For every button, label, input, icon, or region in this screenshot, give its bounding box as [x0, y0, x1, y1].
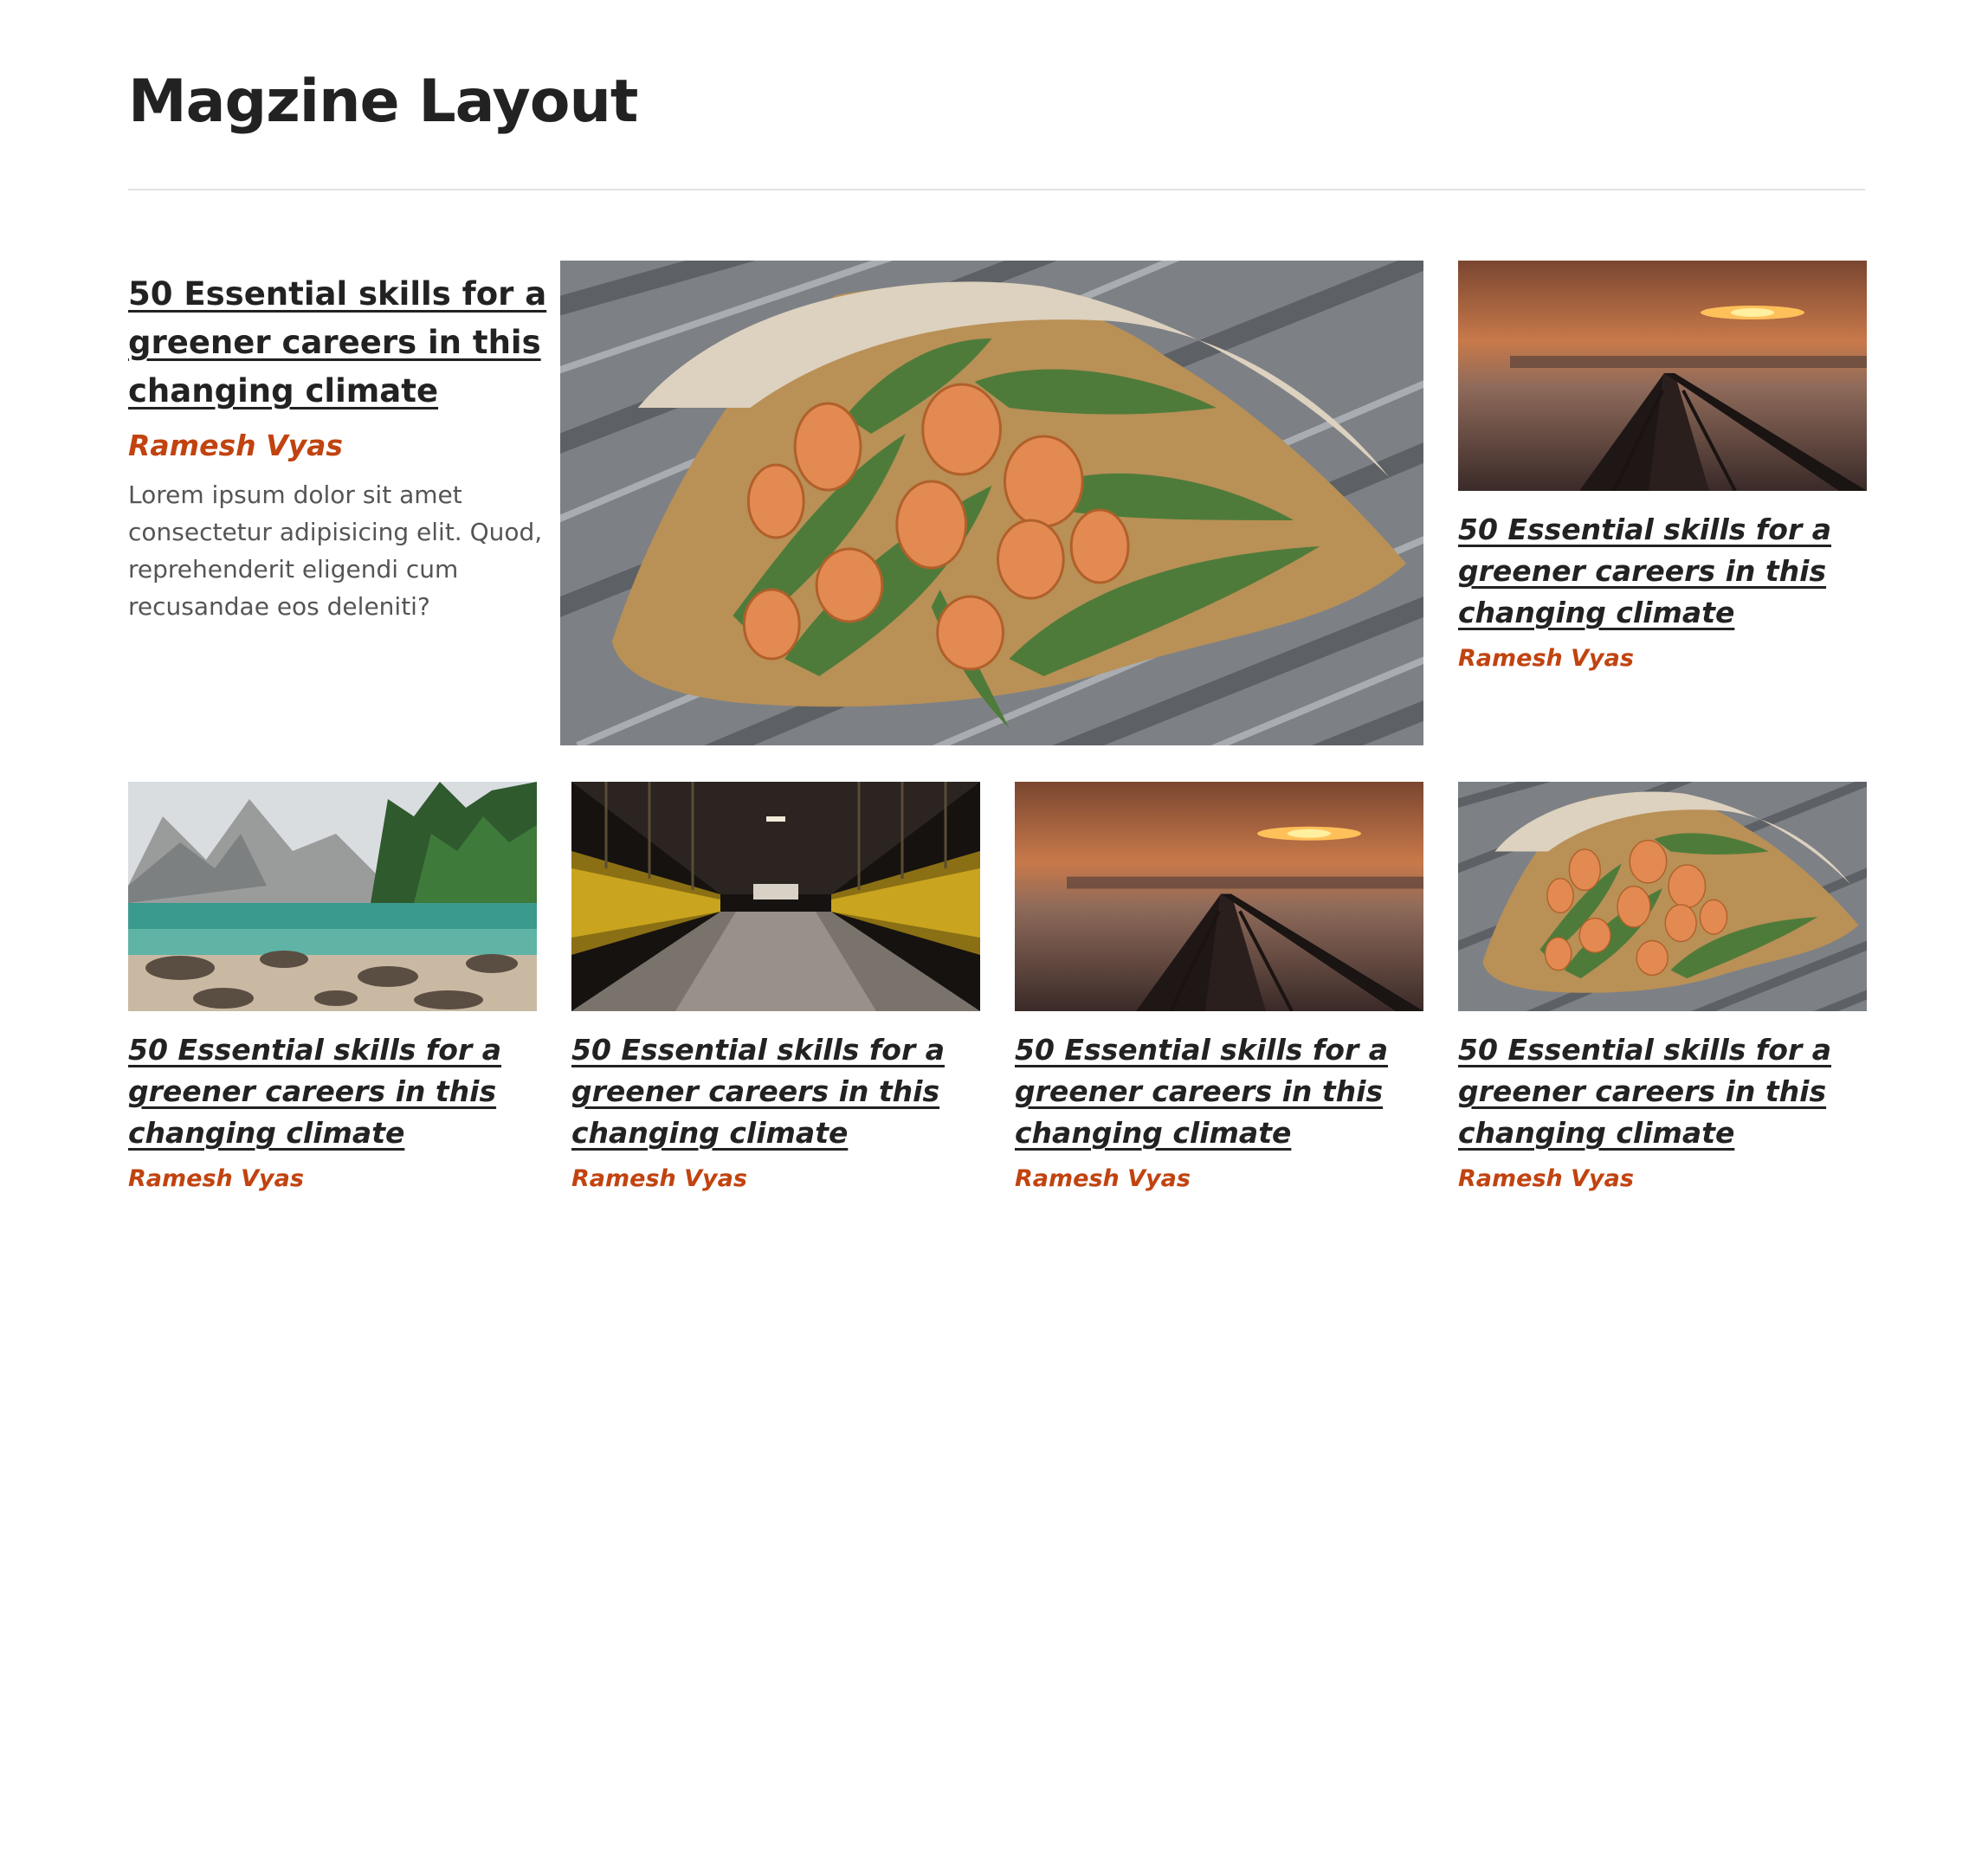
featured-title-link[interactable]: 50 Essential skills for a greener career…: [128, 275, 546, 409]
card-3: 50 Essential skills for a greener career…: [1015, 1029, 1423, 1196]
featured-image[interactable]: [560, 261, 1423, 745]
card-3-title-link[interactable]: 50 Essential skills for a greener career…: [1015, 1033, 1388, 1150]
side-card-title-link[interactable]: 50 Essential skills for a greener career…: [1458, 513, 1831, 629]
card-4-image[interactable]: [1458, 782, 1867, 1011]
card-4-author: Ramesh Vyas: [1458, 1165, 1634, 1192]
card-4-title-link[interactable]: 50 Essential skills for a greener career…: [1458, 1033, 1831, 1150]
card-2-title-link[interactable]: 50 Essential skills for a greener career…: [571, 1033, 945, 1150]
card-2-image[interactable]: [571, 782, 980, 1011]
side-card-author: Ramesh Vyas: [1458, 645, 1634, 672]
featured-author: Ramesh Vyas: [128, 429, 344, 462]
card-2-author: Ramesh Vyas: [571, 1165, 747, 1192]
card-1-title-link[interactable]: 50 Essential skills for a greener career…: [128, 1033, 501, 1150]
card-1-image[interactable]: [128, 782, 537, 1011]
card-3-author: Ramesh Vyas: [1015, 1165, 1191, 1192]
card-4: 50 Essential skills for a greener career…: [1458, 1029, 1867, 1196]
featured-excerpt: Lorem ipsum dolor sit amet consectetur a…: [128, 480, 543, 621]
card-1: 50 Essential skills for a greener career…: [128, 1029, 537, 1196]
featured-article: 50 Essential skills for a greener career…: [128, 270, 552, 625]
card-2: 50 Essential skills for a greener career…: [571, 1029, 980, 1196]
side-card-image[interactable]: [1458, 261, 1867, 491]
divider: [128, 189, 1865, 190]
card-1-author: Ramesh Vyas: [128, 1165, 304, 1192]
card-3-image[interactable]: [1015, 782, 1423, 1011]
page-title: Magzine Layout: [128, 68, 638, 136]
side-card: 50 Essential skills for a greener career…: [1458, 509, 1867, 675]
